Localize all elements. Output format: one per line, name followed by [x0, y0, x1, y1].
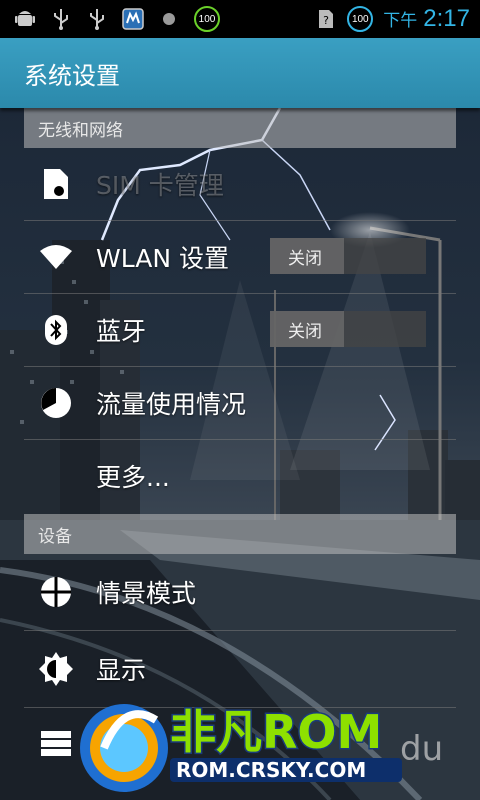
bluetooth-toggle[interactable]: 关闭	[270, 311, 426, 347]
battery-icon: 100	[347, 6, 374, 32]
section-header-wireless: 无线和网络	[24, 108, 456, 148]
watermark-url: ROM.CRSKY.COM	[176, 758, 366, 782]
sim-card-icon	[36, 164, 76, 204]
app-notification-icon	[122, 8, 144, 30]
profiles-icon	[36, 572, 76, 612]
svg-text:?: ?	[323, 14, 329, 27]
settings-item-data-usage[interactable]: 流量使用情况	[24, 367, 456, 440]
usb-icon	[86, 8, 108, 30]
settings-list[interactable]: 无线和网络 SIM 卡管理 WLAN 设置 关闭 蓝牙 关闭 流量使用情况 更多	[0, 108, 480, 780]
toggle-thumb: 关闭	[270, 238, 344, 274]
settings-item-label: 更多...	[96, 463, 170, 492]
bluetooth-icon	[36, 310, 76, 350]
brightness-icon	[36, 649, 76, 689]
settings-item-label: 流量使用情况	[96, 390, 247, 419]
android-debug-icon	[14, 8, 36, 30]
toggle-thumb: 关闭	[270, 311, 344, 347]
settings-item-label: SIM 卡管理	[96, 171, 224, 200]
settings-item-label: WLAN 设置	[96, 244, 229, 273]
watermark-brand: 非凡ROM	[170, 705, 382, 759]
settings-item-wlan[interactable]: WLAN 设置 关闭	[24, 221, 456, 294]
watermark-du: du	[400, 729, 443, 769]
storage-icon	[36, 724, 76, 764]
more-icon	[36, 456, 76, 496]
usb-icon	[50, 8, 72, 30]
settings-item-label: 显示	[96, 656, 147, 685]
wlan-toggle[interactable]: 关闭	[270, 238, 426, 274]
battery-saver-icon: 100	[194, 6, 220, 32]
settings-item-more[interactable]: 更多...	[24, 440, 456, 512]
status-bar: 100 ? 100 下午 2:17	[0, 0, 480, 38]
moon-icon	[158, 8, 180, 30]
section-header-device: 设备	[24, 514, 456, 554]
action-bar: 系统设置	[0, 38, 480, 108]
rom-watermark-logo: 非凡ROM ROM.CRSKY.COM du	[80, 704, 443, 792]
page-title: 系统设置	[24, 61, 120, 90]
settings-item-profiles[interactable]: 情景模式	[24, 554, 456, 631]
clock: 下午 2:17	[383, 5, 470, 32]
settings-item-label: 蓝牙	[96, 317, 147, 346]
data-usage-icon	[36, 383, 76, 423]
wifi-icon	[36, 237, 76, 277]
sim-unknown-icon: ?	[315, 8, 337, 30]
settings-item-label: 情景模式	[96, 579, 197, 608]
settings-item-sim: SIM 卡管理	[24, 148, 456, 221]
settings-item-bluetooth[interactable]: 蓝牙 关闭	[24, 294, 456, 367]
